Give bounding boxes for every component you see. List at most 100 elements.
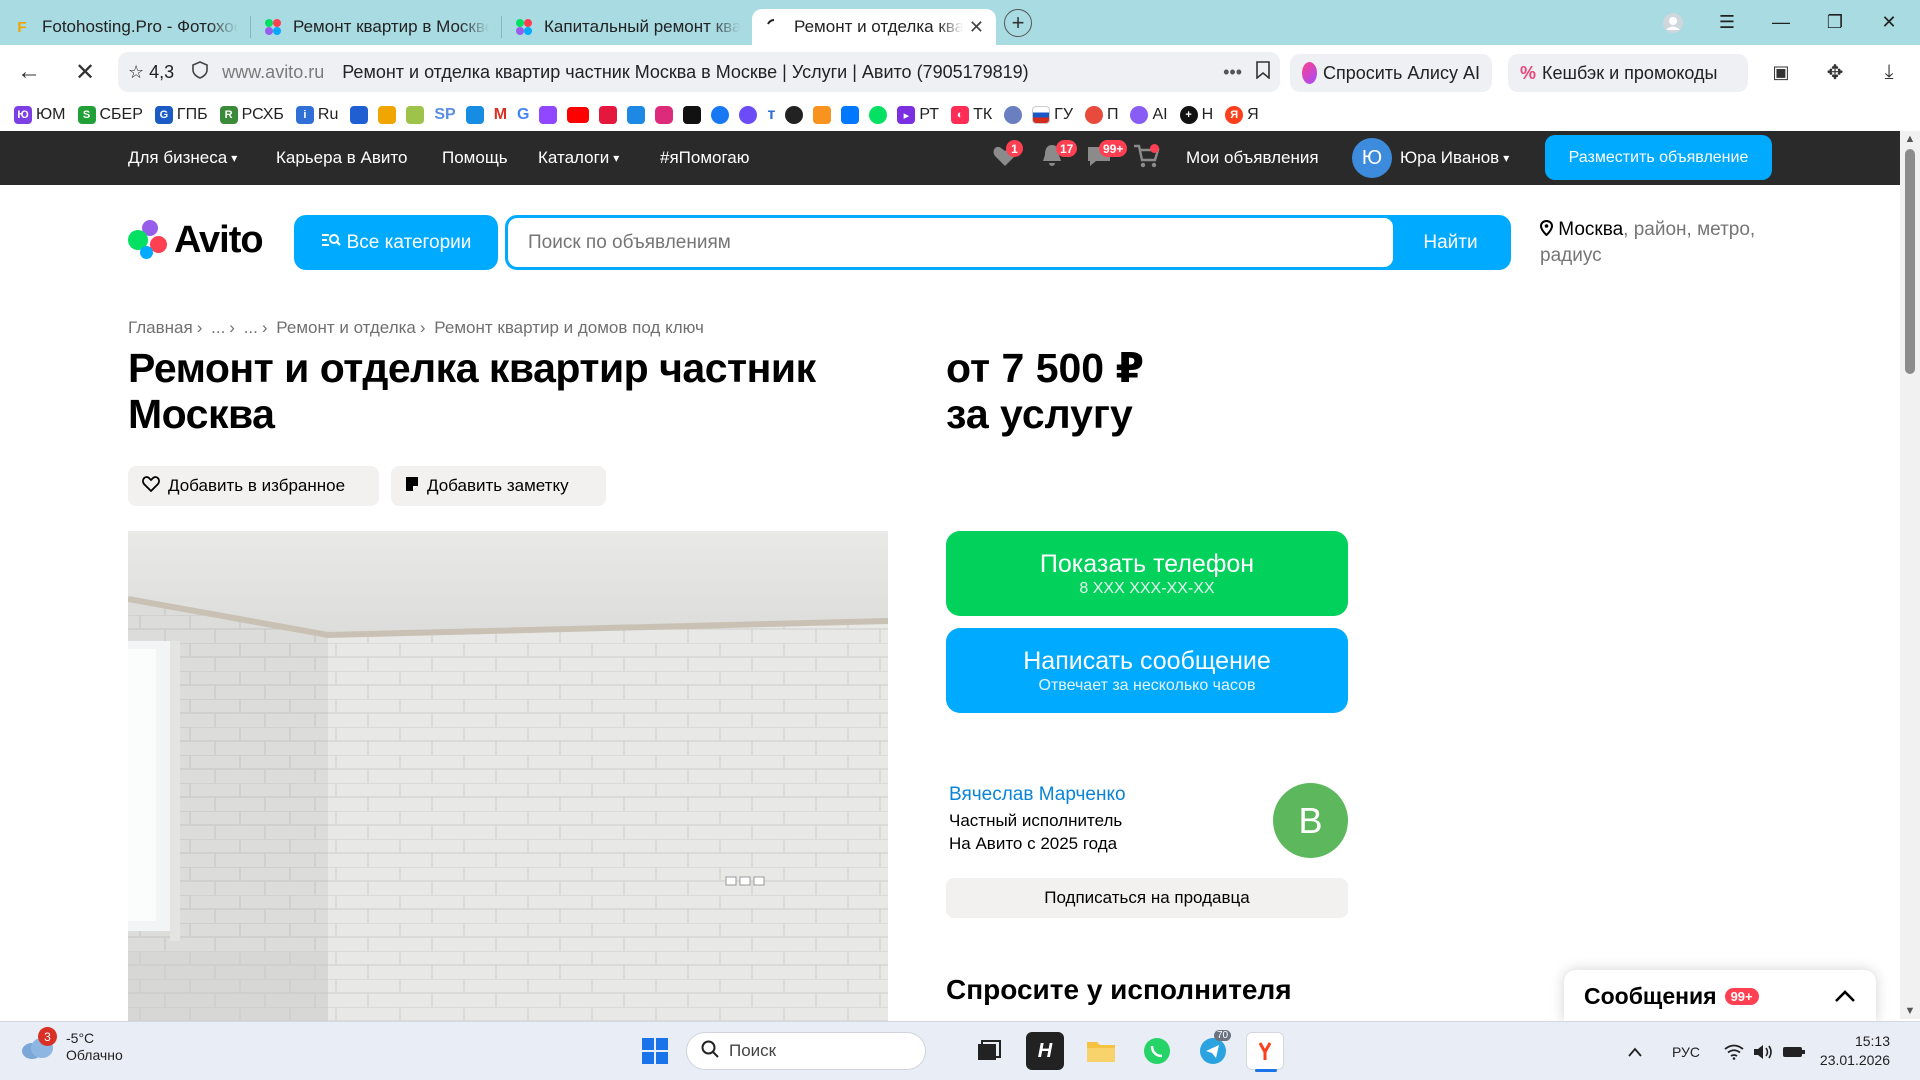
ok-bookmark-icon[interactable] [813, 106, 832, 124]
tray-overflow-icon[interactable] [1628, 1022, 1642, 1080]
wifi-icon[interactable] [1724, 1022, 1744, 1080]
mail-bookmark-icon[interactable] [465, 106, 484, 124]
find-button[interactable]: Найти [1393, 218, 1508, 267]
breadcrumb-item[interactable]: ... [211, 318, 225, 337]
bookmark-ru[interactable]: i Ru [295, 106, 338, 124]
bookmark-rshb[interactable]: R РСХБ [219, 106, 284, 124]
tab-active-listing[interactable]: Ремонт и отделка квартир ✕ [752, 9, 996, 45]
bookmark-ai[interactable]: AI [1130, 106, 1168, 124]
add-favorite-button[interactable]: Добавить в избранное [128, 466, 379, 506]
messages-button[interactable]: 99+ [1085, 131, 1128, 185]
show-phone-button[interactable]: Показать телефон 8 XXX XXX-XX-XX [946, 531, 1348, 616]
nav-catalogs[interactable]: Каталоги ▾ [538, 131, 619, 185]
app-h-icon[interactable]: H [1026, 1032, 1064, 1070]
post-ad-button[interactable]: Разместить объявление [1545, 135, 1772, 180]
notifications-button[interactable]: 17 [1040, 131, 1078, 185]
plus-bookmark-icon[interactable] [785, 106, 804, 124]
bookmark-rt[interactable]: ▸ РТ [897, 106, 939, 124]
breadcrumb-item[interactable]: ... [244, 318, 258, 337]
bookmark-sber[interactable]: S СБЕР [77, 106, 143, 124]
seller-name-link[interactable]: Вячеслав Марченко [949, 784, 1126, 806]
all-categories-button[interactable]: Все категории [294, 215, 498, 270]
nav-business[interactable]: Для бизнеса ▾ [128, 131, 237, 185]
facebook-bookmark-icon[interactable] [711, 106, 730, 124]
scroll-up-arrow-icon[interactable]: ▲ [1900, 133, 1920, 145]
clock[interactable]: 15:13 23.01.2026 [1810, 1032, 1890, 1070]
r-bookmark-icon[interactable] [599, 106, 618, 124]
youtube-bookmark-icon[interactable] [567, 107, 590, 123]
minimize-icon[interactable]: — [1754, 0, 1808, 45]
t-bookmark-icon[interactable]: т [767, 106, 775, 124]
battery-icon[interactable] [1782, 1022, 1806, 1080]
bookmark-icon[interactable] [1256, 60, 1270, 84]
bookmark-yum[interactable]: Ю ЮМ [14, 106, 66, 124]
favorites-button[interactable]: 1 [992, 131, 1023, 185]
breadcrumb-home[interactable]: Главная [128, 318, 193, 337]
tabs-menu-icon[interactable]: ☰ [1700, 0, 1754, 45]
google-bookmark-icon[interactable]: G [517, 106, 529, 124]
seller-avatar[interactable]: В [1273, 783, 1348, 858]
new-tab-button[interactable]: + [1004, 8, 1032, 37]
windows-start-icon[interactable] [636, 1032, 674, 1070]
search-input[interactable] [508, 218, 1393, 267]
weather-widget[interactable]: 3 -5°C Облачно [20, 1027, 123, 1064]
task-view-icon[interactable] [970, 1032, 1008, 1070]
sp-bookmark-icon[interactable]: SP [434, 106, 455, 124]
tab-capital-remont[interactable]: Капитальный ремонт квартир [502, 9, 752, 45]
tab-remont-moscow[interactable]: Ремонт квартир в Москве [251, 9, 501, 45]
breadcrumb-item[interactable]: Ремонт и отделка [276, 318, 416, 337]
whatsapp-icon[interactable] [1138, 1032, 1176, 1070]
tab-fotohosting[interactable]: F Fotohosting.Pro - Фотохостинг [0, 9, 250, 45]
breadcrumb-item[interactable]: Ремонт квартир и домов под ключ [434, 318, 704, 337]
yandex-browser-icon[interactable] [1246, 1032, 1284, 1072]
user-menu[interactable]: Ю Юра Иванов ▾ [1352, 131, 1509, 185]
my-ads-link[interactable]: Мои объявления [1186, 131, 1319, 185]
messenger-bookmark-icon[interactable] [739, 106, 758, 124]
stop-loading-icon[interactable]: ✕ [60, 50, 110, 94]
profile-icon[interactable] [1646, 0, 1700, 45]
alice-button[interactable]: Спросить Алису AI [1290, 54, 1492, 92]
tab-close-icon[interactable]: ✕ [969, 17, 984, 38]
volume-icon[interactable] [1752, 1022, 1774, 1080]
instagram-bookmark-icon[interactable] [655, 106, 674, 124]
window-close-icon[interactable]: ✕ [1862, 0, 1916, 45]
bookmark-gpb[interactable]: G ГПБ [154, 106, 208, 124]
avito-bookmark-icon[interactable] [869, 106, 888, 124]
language-indicator[interactable]: РУС [1672, 1022, 1700, 1080]
nav-help[interactable]: Помощь [442, 131, 508, 185]
download-icon[interactable]: ⤓ [1864, 50, 1914, 94]
cart-button[interactable] [1132, 131, 1160, 185]
more-icon[interactable]: ••• [1223, 62, 1242, 83]
avito-logo[interactable]: Avito [128, 218, 264, 262]
cashback-button[interactable]: % Кешбэк и промокоды [1508, 54, 1748, 92]
file-explorer-icon[interactable] [1082, 1032, 1120, 1070]
chat-bookmark-icon[interactable] [627, 106, 646, 124]
p-bookmark-icon[interactable] [350, 106, 369, 124]
gmail-bookmark-icon[interactable]: M [494, 106, 507, 124]
subscribe-seller-button[interactable]: Подписаться на продавца [946, 878, 1348, 918]
bookmark-p[interactable]: П [1084, 106, 1118, 124]
write-message-button[interactable]: Написать сообщение Отвечает за несколько… [946, 628, 1348, 713]
bookmark-ya[interactable]: ЯЯ [1225, 106, 1259, 124]
twitch-bookmark-icon[interactable] [539, 106, 558, 124]
page-scrollbar[interactable]: ▲ ▼ [1900, 131, 1920, 1019]
fotohosting-bookmark-icon[interactable] [378, 106, 397, 124]
omnibox[interactable]: ☆ 4,3 www.avito.ru Ремонт и отделка квар… [118, 52, 1280, 92]
bookmark-gu[interactable]: ГУ [1032, 106, 1073, 124]
add-note-button[interactable]: Добавить заметку [391, 466, 606, 506]
maximize-icon[interactable]: ❐ [1808, 0, 1862, 45]
taskbar-search[interactable]: Поиск [686, 1032, 926, 1070]
scroll-down-arrow-icon[interactable]: ▼ [1900, 1005, 1920, 1017]
chevron-up-icon[interactable] [1834, 983, 1856, 1009]
messages-panel[interactable]: Сообщения 99+ [1564, 970, 1876, 1022]
shield-icon[interactable] [192, 60, 208, 84]
site-rating[interactable]: ☆ 4,3 [128, 62, 174, 83]
telegram-icon[interactable]: 70 [1194, 1030, 1232, 1070]
gallery-icon[interactable]: ▣ [1756, 50, 1806, 94]
emblem-bookmark-icon[interactable] [1004, 106, 1023, 124]
nav-help-tag[interactable]: #яПомогаю [660, 131, 750, 185]
nav-career[interactable]: Карьера в Авито [276, 131, 407, 185]
sf-bookmark-icon[interactable] [406, 106, 425, 124]
scrollbar-thumb[interactable] [1905, 149, 1915, 374]
back-arrow-icon[interactable]: ← [4, 50, 54, 94]
